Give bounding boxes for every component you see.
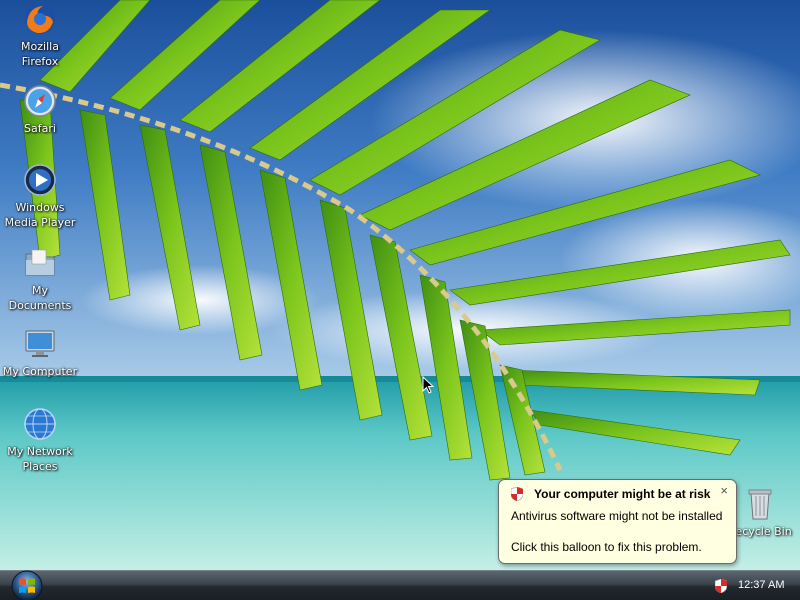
network-icon [24, 408, 56, 440]
desktop-icon-label: My Computer [2, 365, 78, 378]
media-player-icon [24, 164, 56, 196]
security-shield-icon [511, 487, 523, 501]
taskbar: 12:37 AM [0, 570, 800, 600]
desktop-icon-my-network-places[interactable]: My Network Places [0, 407, 80, 474]
safari-icon [24, 85, 56, 117]
mouse-cursor-icon [422, 376, 434, 394]
balloon-close-button[interactable]: × [720, 483, 728, 498]
desktop-icon-label: My Documents [8, 284, 72, 312]
balloon-action-text[interactable]: Click this balloon to fix this problem. [511, 540, 702, 554]
firefox-icon [25, 4, 55, 34]
recycle-bin-icon [748, 489, 772, 520]
desktop-icon-my-documents[interactable]: My Documents [0, 246, 80, 313]
desktop-icon-label: Mozilla Firefox [21, 40, 59, 68]
computer-icon [25, 330, 55, 357]
system-tray: 12:37 AM [700, 571, 800, 600]
desktop-icon-firefox[interactable]: Mozilla Firefox [0, 2, 80, 69]
desktop-icon-label: My Network Places [7, 445, 73, 473]
desktop-icon-media-player[interactable]: Windows Media Player [0, 163, 80, 230]
start-button[interactable] [8, 570, 46, 600]
folder-icon [25, 249, 55, 276]
security-balloon[interactable]: Your computer might be at risk × Antivir… [498, 479, 737, 582]
desktop-icon-my-computer[interactable]: My Computer [0, 327, 80, 379]
desktop-icon-label: Safari [24, 122, 56, 135]
security-center-tray-icon[interactable] [715, 579, 727, 593]
balloon-title: Your computer might be at risk [534, 487, 711, 501]
balloon-message: Antivirus software might not be installe… [511, 509, 723, 523]
clock[interactable]: 12:37 AM [738, 579, 784, 591]
desktop-icon-label: Windows Media Player [4, 201, 76, 229]
desktop-icon-safari[interactable]: Safari [0, 84, 80, 136]
